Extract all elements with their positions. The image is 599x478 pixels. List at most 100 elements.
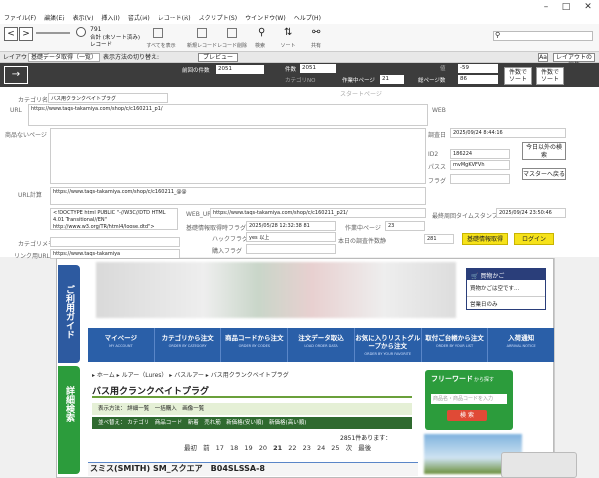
pager: 最初 前 17 18 19 20 21 22 23 24 25 次 最後 (184, 442, 371, 452)
nav-sub: LOAD ORDER DATA (304, 344, 338, 348)
minimize-button[interactable]: – (536, 0, 556, 14)
breadcrumb[interactable]: ▸ ホーム ▸ ルアー（Lures） ▸ バスルアー ▸ バス用クランクベイトプ… (92, 370, 289, 379)
sort-label[interactable]: ソート (277, 42, 299, 49)
site-nav: マイページ MY ACCOUNT カテゴリから注文 ORDER BY CATEGOR… (88, 328, 556, 362)
freeword-sub: から探す (474, 377, 495, 383)
nav-list-order[interactable]: 取付ご台帳から注文 ORDER BY YOUR LIST (422, 328, 489, 362)
category-memo-field[interactable] (50, 237, 180, 247)
prev-count-field[interactable]: 2051 (216, 65, 264, 74)
last-timestamp-field[interactable]: 2025/09/24 23:50:46 (496, 208, 566, 218)
login-button[interactable]: ログイン (514, 233, 554, 245)
menu-window[interactable]: ウインドウ(W) (245, 14, 286, 24)
basic-fetch-field[interactable]: 2025/05/28 12:32:38 81 (246, 221, 336, 231)
nav-sub: ARRIVAL NOTICE (506, 344, 536, 348)
nav-load-order[interactable]: 注文データ取込 LOAD ORDER DATA (288, 328, 355, 362)
menu-help[interactable]: ヘルプ(H) (294, 14, 321, 24)
guide-side-tab[interactable]: ご利用ガイド (58, 265, 80, 363)
return-master-button[interactable]: マスターへ戻る (522, 168, 566, 180)
search-field[interactable] (493, 31, 593, 41)
delete-record-label[interactable]: レコード削除 (214, 42, 250, 49)
sort-icon[interactable]: ⇅ (284, 27, 292, 38)
id-field[interactable]: 186224 (450, 149, 510, 159)
pager-page[interactable]: 17 (216, 444, 224, 452)
web-url-field[interactable]: https://www.taqs-takamiya.com/shop/c/c16… (210, 208, 426, 218)
fetch-time-field[interactable]: 2025/09/24 8:44:16 (450, 128, 566, 138)
count-field[interactable]: 2051 (300, 64, 336, 73)
today-count-field[interactable]: 281 (424, 234, 454, 244)
view-mode-bar[interactable]: 表示方法： 詳細一覧 一括購入 画像一覧 (92, 403, 412, 415)
aa-button[interactable]: Aa (538, 53, 548, 62)
pager-page[interactable]: 19 (244, 444, 252, 452)
url-calc-label: URL計算 (18, 192, 42, 199)
pager-page[interactable]: 18 (230, 444, 238, 452)
next-record-button[interactable]: > (19, 27, 33, 41)
nav-category-order[interactable]: カテゴリから注文 ORDER BY CATEGORY (155, 328, 222, 362)
pager-first[interactable]: 最初 (184, 444, 197, 452)
edit-layout-button[interactable]: レイアウトの編集 (553, 53, 595, 69)
search-tab-text: 詳細検索 (64, 386, 74, 422)
product-page-field[interactable] (50, 128, 426, 184)
nav-favorite-order[interactable]: お気に入りリストグループから注文 ORDER BY YOUR FAVORITE (355, 328, 422, 362)
nav-main: 入荷通知 (508, 334, 535, 342)
nav-my-account[interactable]: マイページ MY ACCOUNT (88, 328, 155, 362)
pager-page[interactable]: 22 (288, 444, 296, 452)
record-slider[interactable] (36, 32, 70, 34)
banner-image (96, 262, 456, 318)
hack-flag-field[interactable]: yes 以上 (246, 232, 336, 242)
share-icon[interactable]: ⚯ (312, 27, 320, 38)
menu-file[interactable]: ファイル(F) (4, 14, 36, 24)
last-timestamp-label: 最終周回タイムスタンプ (432, 213, 498, 220)
back-arrow-icon[interactable]: → (4, 66, 28, 84)
pager-page[interactable]: 23 (303, 444, 311, 452)
pager-prev[interactable]: 前 (203, 444, 210, 452)
close-button[interactable]: ✕ (578, 0, 598, 14)
nav-arrival-notice[interactable]: 入荷通知 ARRIVAL NOTICE (488, 328, 556, 362)
maximize-button[interactable]: □ (556, 0, 576, 14)
product-name[interactable]: スミス(SMITH) SM_スクエア B04SLSSA-8 (88, 462, 418, 476)
preview-button[interactable]: プレビュー (198, 53, 238, 62)
web-scrollbar[interactable] (554, 258, 562, 478)
pager-page[interactable]: 24 (317, 444, 325, 452)
search-icon[interactable]: ⚲ (258, 27, 265, 38)
pager-page[interactable]: 25 (331, 444, 339, 452)
pager-page[interactable]: 20 (259, 444, 267, 452)
working-page2-field[interactable]: 23 (385, 221, 425, 231)
layout-select[interactable]: 基礎データ取得（一覧） (28, 53, 100, 62)
total-pages-field[interactable]: 86 (458, 75, 498, 84)
freeword-title: フリーワード (431, 375, 473, 383)
new-record-icon[interactable] (197, 28, 207, 38)
value-small-field[interactable]: -59 (458, 64, 498, 73)
sort-order-bar[interactable]: 並べ替え： カテゴリ 商品コード 新着 売れ筋 新価格(安い順) 新価格(高い順… (92, 417, 412, 429)
flag-field[interactable] (450, 174, 510, 184)
basic-info-button[interactable]: 基礎情報取得 (462, 233, 508, 245)
search-label[interactable]: 検索 (250, 42, 270, 49)
result-count: 2851件あります： (340, 435, 392, 442)
pager-next[interactable]: 次 (346, 444, 353, 452)
freeword-search-button[interactable]: 検 索 (447, 410, 487, 421)
url-field[interactable]: https://www.taqs-takamiya.com/shop/c/c16… (28, 104, 428, 126)
category-memo-label: カテゴリメモ (18, 241, 55, 248)
category-name-field[interactable]: バス用クランクベイトプラグ (48, 93, 168, 103)
freeword-input[interactable]: 商品名・商品コードを入力 (431, 394, 507, 404)
html-source-field[interactable]: <!DOCTYPE html PUBLIC "-//W3C//DTD HTML … (50, 208, 178, 230)
delete-record-icon[interactable] (227, 28, 237, 38)
buy-flag-label: 購入フラグ (212, 248, 243, 255)
show-all-label[interactable]: すべてを表示 (142, 42, 180, 49)
cart-note: 営業日のみ (470, 302, 498, 308)
link-url-label: リンク用URL (14, 253, 50, 260)
show-all-icon[interactable] (153, 28, 163, 38)
pager-last[interactable]: 最後 (358, 444, 371, 452)
sort-by-count-button-2[interactable]: 件数で ソート (536, 67, 564, 85)
nav-code-order[interactable]: 商品コードから注文 ORDER BY CODES (221, 328, 289, 362)
share-label[interactable]: 共有 (305, 42, 327, 49)
prev-record-button[interactable]: < (4, 27, 18, 41)
url-calc-field[interactable]: https://www.taqs-takamiya.com/shop/c/c16… (50, 187, 426, 205)
sort-by-count-button-1[interactable]: 件数で ソート (504, 67, 532, 85)
buy-flag-field[interactable] (246, 244, 336, 254)
cart-box[interactable]: 🛒 買物かご 買物かごは空です... 営業日のみ (466, 268, 546, 310)
today-other-search-button[interactable]: 今日以外の検 索 (522, 142, 566, 160)
working-page-field[interactable]: 21 (380, 75, 404, 84)
pass-field[interactable]: mvMgKVFVh (450, 160, 510, 170)
search-side-tab[interactable]: 詳細検索 (58, 366, 80, 474)
nav-main: 商品コードから注文 (225, 334, 284, 342)
